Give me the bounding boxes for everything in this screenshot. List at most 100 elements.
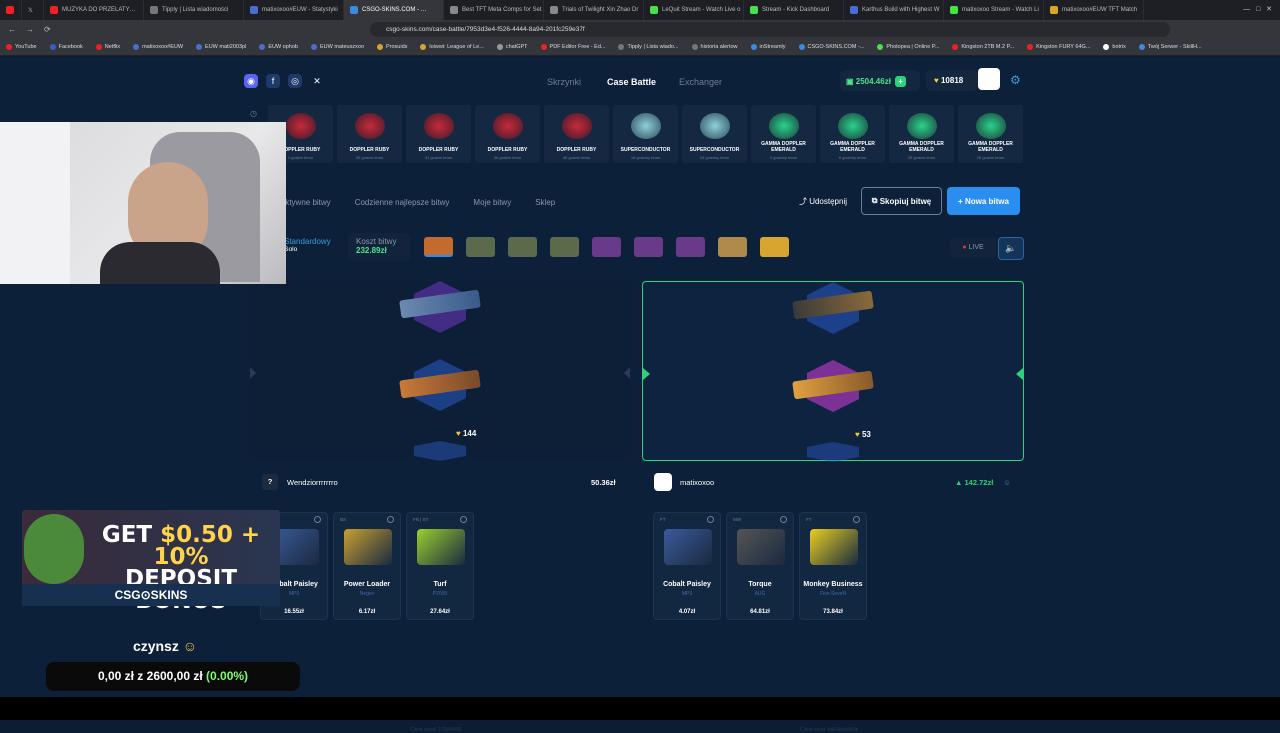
nav-case-battle[interactable]: Case Battle <box>607 77 656 87</box>
bookmark-3[interactable]: matixoxoo#EUW <box>133 44 183 50</box>
case-thumb[interactable] <box>466 237 495 257</box>
player-1-total: 50.36zł <box>591 477 616 487</box>
tab-0[interactable]: MUZYKA DO PRZELATY… <box>44 0 144 20</box>
copy-icon: ⧉ <box>871 196 880 205</box>
bookmark-7[interactable]: Prosuids <box>376 44 407 50</box>
bookmark-13[interactable]: inStreamly <box>750 44 786 50</box>
won-item-card[interactable]: FT Monkey Business Five-SeveN 73.84zł <box>799 512 867 620</box>
case-thumb[interactable] <box>550 237 579 257</box>
bookmark-8[interactable]: loiwwi: League of Le... <box>420 44 484 50</box>
won-item-card[interactable]: FN | ST Turf P2000 27.64zł <box>406 512 474 620</box>
new-battle-button[interactable]: + Nowa bitwa <box>947 187 1020 215</box>
case-thumb[interactable] <box>508 237 537 257</box>
bookmark-9[interactable]: chatGPT <box>496 44 528 50</box>
tab-active-csgoskins[interactable]: CSGO-SKINS.COM - … <box>344 0 444 20</box>
leader-arrow-icon: ▲ <box>955 477 965 487</box>
avatar[interactable] <box>978 68 1000 90</box>
add-funds-icon[interactable]: + <box>894 76 906 87</box>
tab-8[interactable]: matixoxoo Stream - Watch Li <box>944 0 1044 20</box>
reload-icon[interactable]: ⟳ <box>44 25 54 35</box>
case-thumb[interactable] <box>718 237 747 257</box>
won-item-card[interactable]: MW Torque AUG 64.81zł <box>726 512 794 620</box>
bookmark-5[interactable]: EUW ophob <box>259 44 298 50</box>
url-input[interactable]: csgo-skins.com/case-battle/7953d3e4-f526… <box>370 22 1170 37</box>
case-thumb[interactable] <box>592 237 621 257</box>
battle-cases <box>424 237 789 257</box>
live-drop-card[interactable]: SUPERCONDUCTOR 24 godziny temu <box>682 105 747 163</box>
reel-marker-icon <box>250 367 256 379</box>
copy-battle-button[interactable]: ⧉ Skopiuj bitwę <box>861 187 942 215</box>
x-icon[interactable]: ✕ <box>310 74 324 88</box>
live-drop-card[interactable]: DOPPLER RUBY 40 godzin temu <box>544 105 609 163</box>
live-drop-card[interactable]: GAMMA DOPPLER EMERALD 25 godzin temu <box>889 105 954 163</box>
settings-gear-icon[interactable]: ⚙ <box>1010 73 1021 87</box>
case-thumb[interactable] <box>634 237 663 257</box>
tab-6[interactable]: Stream - Kick Dashboard <box>744 0 844 20</box>
facebook-icon[interactable]: f <box>266 74 280 88</box>
share-button[interactable]: ⤴ Udostępnij <box>790 187 856 215</box>
live-drop-card[interactable]: GAMMA DOPPLER EMERALD 26 godzin temu <box>958 105 1023 163</box>
bookmark-12[interactable]: historia alertow <box>691 44 738 50</box>
live-badge[interactable]: ● LIVE <box>950 237 996 258</box>
bookmark-17[interactable]: Kingston FURY 64G... <box>1027 44 1090 50</box>
live-drop-card[interactable]: DOPPLER RUBY 36 godzin temu <box>475 105 540 163</box>
tab-1[interactable]: Tipply | Lista wiadomości <box>144 0 244 20</box>
balance-display[interactable]: ▣ 2504.46zł + <box>840 70 920 91</box>
nav-skrzynki[interactable]: Skrzynki <box>547 77 581 87</box>
tab-icon <box>950 6 958 14</box>
bookmark-facebook[interactable]: Facebook <box>49 44 83 50</box>
case-thumb[interactable] <box>760 237 789 257</box>
case-thumb[interactable] <box>424 237 453 257</box>
bookmark-16[interactable]: Kingston 2TB M.2 P... <box>952 44 1014 50</box>
emoji-icon[interactable]: ☺ <box>1003 478 1011 487</box>
bookmark-18[interactable]: botrix <box>1103 44 1126 50</box>
nav-exchanger[interactable]: Exchanger <box>679 77 722 87</box>
browser-tab-bar: 𝕏 MUZYKA DO PRZELATY… Tipply | Lista wia… <box>0 0 1280 20</box>
instagram-icon[interactable]: ◎ <box>288 74 302 88</box>
emoji-icon: ☺ <box>182 638 198 654</box>
bookmark-4[interactable]: EUW mati2003pl <box>196 44 246 50</box>
tab-3[interactable]: Best TFT Meta Comps for Set <box>444 0 544 20</box>
webcam-overlay <box>0 122 286 284</box>
tab-4[interactable]: Trials of Twilight Xin Zhao Dr <box>544 0 644 20</box>
deposit-bonus-banner[interactable]: GET $0.50 + 10%DEPOSIT BONUS CSG⊙SKINS <box>22 510 280 613</box>
shield-icon <box>387 516 394 523</box>
live-drop-card[interactable]: DOPPLER RUBY 31 godzin temu <box>406 105 471 163</box>
won-item-card[interactable]: BS Power Loader Negev 6.17zł <box>333 512 401 620</box>
live-drop-card[interactable]: DOPPLER RUBY 30 godzin temu <box>337 105 402 163</box>
bookmark-11[interactable]: Tipply | Lista wiado... <box>618 44 679 50</box>
case-thumb[interactable] <box>676 237 705 257</box>
weapon-image <box>737 529 785 565</box>
coins-display: ♥ 10818 <box>926 70 978 91</box>
live-drop-card[interactable]: SUPERCONDUCTOR 18 godziny temu <box>613 105 678 163</box>
discord-icon[interactable]: ◉ <box>244 74 258 88</box>
won-item-card[interactable]: FT Cobalt Paisley MP9 4.07zł <box>653 512 721 620</box>
share-icon: ⤴ <box>798 196 810 206</box>
tab-9[interactable]: matixoxoo#EUW TFT Match <box>1044 0 1144 20</box>
menu-my-battles[interactable]: Moje bitwy <box>473 198 511 207</box>
tab-youtube[interactable] <box>0 0 22 20</box>
tab-2[interactable]: matixoxoo#EUW - Statystyki <box>244 0 344 20</box>
bookmark-netflix[interactable]: Netflix <box>95 44 120 50</box>
sound-toggle-icon[interactable]: 🔈 <box>998 237 1024 260</box>
menu-shop[interactable]: Sklep <box>535 198 555 207</box>
menu-active-battles[interactable]: Aktywne bitwy <box>280 198 331 207</box>
shield-icon <box>853 516 860 523</box>
bookmark-14[interactable]: CSGO-SKINS.COM -... <box>798 44 864 50</box>
back-icon[interactable]: ← <box>8 25 18 35</box>
tab-5[interactable]: LeQuit Stream - Watch Live o <box>644 0 744 20</box>
battle-menu: Aktywne bitwy Codzienne najlepsze bitwy … <box>280 187 579 217</box>
bookmark-6[interactable]: EUW mateuszxoo <box>310 44 364 50</box>
bookmark-15[interactable]: Photopea | Online P... <box>877 44 939 50</box>
bookmark-10[interactable]: PDF Editor Free - Ed... <box>540 44 605 50</box>
tab-x[interactable]: 𝕏 <box>22 0 44 20</box>
window-controls[interactable]: — □ ✕ <box>1243 5 1272 13</box>
bookmark-youtube[interactable]: YouTube <box>6 44 37 50</box>
reel-marker-icon <box>1016 368 1023 380</box>
live-drop-card[interactable]: GAMMA DOPPLER EMERALD 3 godziny temu <box>751 105 816 163</box>
live-drop-card[interactable]: GAMMA DOPPLER EMERALD 6 godziny temu <box>820 105 885 163</box>
tab-7[interactable]: Karthus Build with Highest W <box>844 0 944 20</box>
bookmark-19[interactable]: Twój Serwer - SkillH... <box>1138 44 1202 50</box>
menu-daily-best[interactable]: Codzienne najlepsze bitwy <box>355 198 450 207</box>
forward-icon[interactable]: → <box>26 25 36 35</box>
